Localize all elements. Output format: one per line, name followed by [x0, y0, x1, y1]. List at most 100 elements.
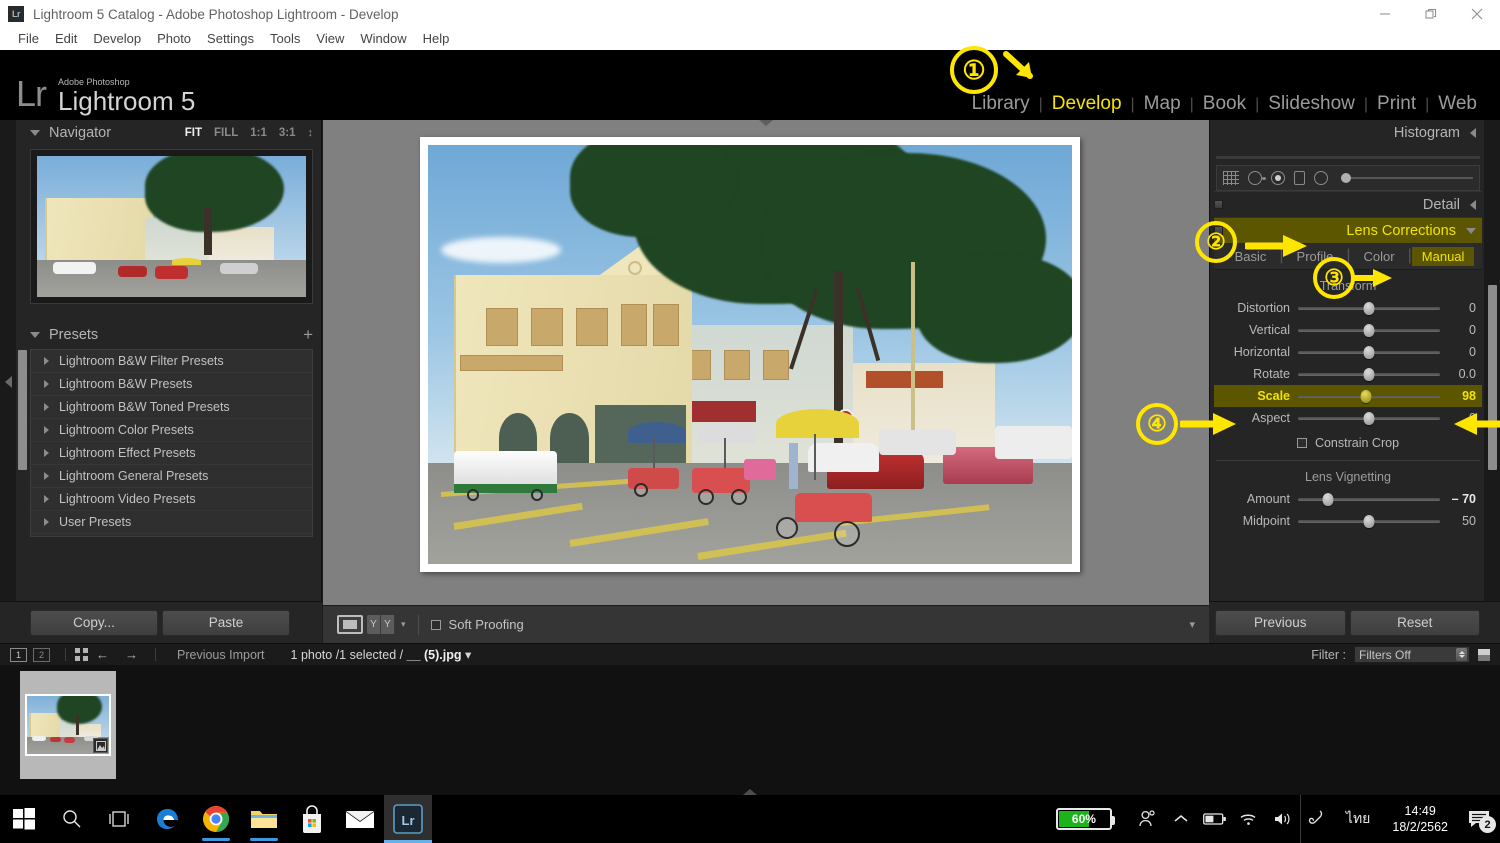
- slider-knob[interactable]: [1360, 389, 1372, 403]
- slider-knob[interactable]: [1363, 367, 1375, 381]
- module-develop[interactable]: Develop: [1043, 93, 1131, 115]
- slider-value[interactable]: 98: [1440, 389, 1480, 403]
- menu-tools[interactable]: Tools: [262, 28, 308, 50]
- module-book[interactable]: Book: [1194, 93, 1255, 115]
- graduated-filter-icon[interactable]: [1294, 171, 1305, 185]
- slider-horizontal[interactable]: Horizontal 0: [1214, 341, 1482, 363]
- module-web[interactable]: Web: [1429, 93, 1486, 115]
- slider-knob[interactable]: [1363, 514, 1375, 528]
- minimize-button[interactable]: [1362, 0, 1408, 28]
- histogram-header[interactable]: Histogram: [1214, 120, 1482, 146]
- slider-knob[interactable]: [1363, 301, 1375, 315]
- right-panel-scrollbar[interactable]: [1488, 285, 1497, 470]
- slider-track[interactable]: [1298, 301, 1440, 315]
- slider-value[interactable]: 0: [1440, 345, 1480, 359]
- detail-header[interactable]: Detail: [1214, 191, 1482, 217]
- selection-status[interactable]: 1 photo /1 selected / __ (5).jpg ▾: [291, 647, 472, 662]
- slider-value[interactable]: 50: [1440, 514, 1480, 528]
- module-library[interactable]: Library: [963, 93, 1039, 115]
- filename-caret-icon[interactable]: ▾: [465, 648, 471, 662]
- go-forward-icon[interactable]: →: [125, 647, 138, 662]
- slider-track[interactable]: [1298, 323, 1440, 337]
- menu-develop[interactable]: Develop: [85, 28, 149, 50]
- preset-group-effect[interactable]: Lightroom Effect Presets: [31, 442, 312, 465]
- menu-photo[interactable]: Photo: [149, 28, 199, 50]
- screen-2-button[interactable]: 2: [33, 647, 50, 662]
- people-icon[interactable]: [1130, 795, 1164, 843]
- preset-group-color[interactable]: Lightroom Color Presets: [31, 419, 312, 442]
- clock[interactable]: 14:49 18/2/2562: [1382, 803, 1458, 835]
- develop-badge-icon[interactable]: [93, 738, 108, 753]
- menu-file[interactable]: File: [10, 28, 47, 50]
- zoom-fill[interactable]: FILL: [214, 127, 238, 139]
- constrain-crop-checkbox[interactable]: [1296, 438, 1307, 448]
- preset-group-video[interactable]: Lightroom Video Presets: [31, 488, 312, 511]
- detail-panel-switch[interactable]: [1214, 200, 1223, 209]
- navigator-header[interactable]: Navigator FIT FILL 1:1 3:1 ↕: [30, 120, 313, 145]
- slider-track[interactable]: [1298, 345, 1440, 359]
- slider-value[interactable]: 0: [1440, 411, 1480, 425]
- red-eye-correction-icon[interactable]: [1271, 171, 1285, 185]
- search-icon[interactable]: [48, 795, 96, 843]
- slider-track[interactable]: [1298, 389, 1440, 403]
- slider-vertical[interactable]: Vertical 0: [1214, 319, 1482, 341]
- loupe-view-icon[interactable]: [337, 615, 363, 634]
- previous-button[interactable]: Previous: [1215, 609, 1346, 636]
- lens-corrections-panel-switch[interactable]: [1214, 226, 1223, 235]
- module-map[interactable]: Map: [1135, 93, 1190, 115]
- menu-help[interactable]: Help: [415, 28, 458, 50]
- slider-knob[interactable]: [1322, 492, 1334, 506]
- grid-view-icon[interactable]: [75, 648, 88, 661]
- slider-knob[interactable]: [1363, 345, 1375, 359]
- module-slideshow[interactable]: Slideshow: [1259, 93, 1364, 115]
- tab-profile[interactable]: Profile: [1284, 249, 1347, 264]
- restore-button[interactable]: [1408, 0, 1454, 28]
- presets-list[interactable]: Lightroom B&W Filter Presets Lightroom B…: [30, 349, 313, 537]
- preset-group-general[interactable]: Lightroom General Presets: [31, 465, 312, 488]
- slider-value[interactable]: – 70: [1440, 492, 1480, 506]
- left-panel-scrollbar[interactable]: [18, 350, 27, 470]
- menu-view[interactable]: View: [308, 28, 352, 50]
- zoom-1-1[interactable]: 1:1: [250, 127, 267, 139]
- add-preset-button[interactable]: +: [303, 326, 313, 343]
- screen-1-button[interactable]: 1: [10, 647, 27, 662]
- slider-vignette-midpoint[interactable]: Midpoint 50: [1214, 510, 1482, 532]
- slider-knob[interactable]: [1363, 323, 1375, 337]
- zoom-fit[interactable]: FIT: [185, 127, 202, 139]
- before-after-view-icon[interactable]: Y Y: [367, 615, 395, 634]
- tab-manual[interactable]: Manual: [1411, 246, 1475, 266]
- wifi-icon[interactable]: [1232, 795, 1266, 843]
- slider-value[interactable]: 0: [1440, 323, 1480, 337]
- view-options-caret-icon[interactable]: ▾: [401, 619, 406, 630]
- slider-aspect[interactable]: Aspect 0: [1214, 407, 1482, 429]
- top-panel-toggle[interactable]: [759, 120, 773, 126]
- battery-percent-indicator[interactable]: 60%: [1055, 808, 1115, 830]
- show-hidden-icons-chevron-icon[interactable]: [1164, 795, 1198, 843]
- adjustment-brush-slider[interactable]: [1341, 173, 1473, 183]
- edge-icon[interactable]: [144, 795, 192, 843]
- spot-removal-icon[interactable]: [1248, 171, 1266, 185]
- source-label[interactable]: Previous Import: [177, 648, 265, 662]
- zoom-3-1[interactable]: 3:1: [279, 127, 296, 139]
- preset-group-bw-toned[interactable]: Lightroom B&W Toned Presets: [31, 396, 312, 419]
- lens-corrections-header[interactable]: Lens Corrections: [1214, 217, 1482, 243]
- tab-basic[interactable]: Basic: [1222, 249, 1280, 264]
- preset-group-user[interactable]: User Presets: [31, 511, 312, 534]
- file-explorer-icon[interactable]: [240, 795, 288, 843]
- soft-proofing-checkbox[interactable]: [430, 619, 441, 630]
- close-button[interactable]: [1454, 0, 1500, 28]
- paste-button[interactable]: Paste: [162, 609, 290, 636]
- slider-value[interactable]: 0: [1440, 301, 1480, 315]
- filter-toggle-swatch[interactable]: [1478, 648, 1490, 661]
- filmstrip-thumbnail-cell[interactable]: [20, 671, 116, 779]
- preset-group-bw[interactable]: Lightroom B&W Presets: [31, 373, 312, 396]
- task-view-icon[interactable]: [96, 795, 144, 843]
- filter-stepper-icon[interactable]: [1456, 648, 1467, 661]
- constrain-crop-row[interactable]: Constrain Crop: [1214, 429, 1482, 460]
- slider-vignette-amount[interactable]: Amount – 70: [1214, 488, 1482, 510]
- microsoft-store-icon[interactable]: [288, 795, 336, 843]
- slider-track[interactable]: [1298, 514, 1440, 528]
- slider-track[interactable]: [1298, 411, 1440, 425]
- filter-select[interactable]: Filters Off: [1354, 646, 1470, 663]
- module-print[interactable]: Print: [1368, 93, 1425, 115]
